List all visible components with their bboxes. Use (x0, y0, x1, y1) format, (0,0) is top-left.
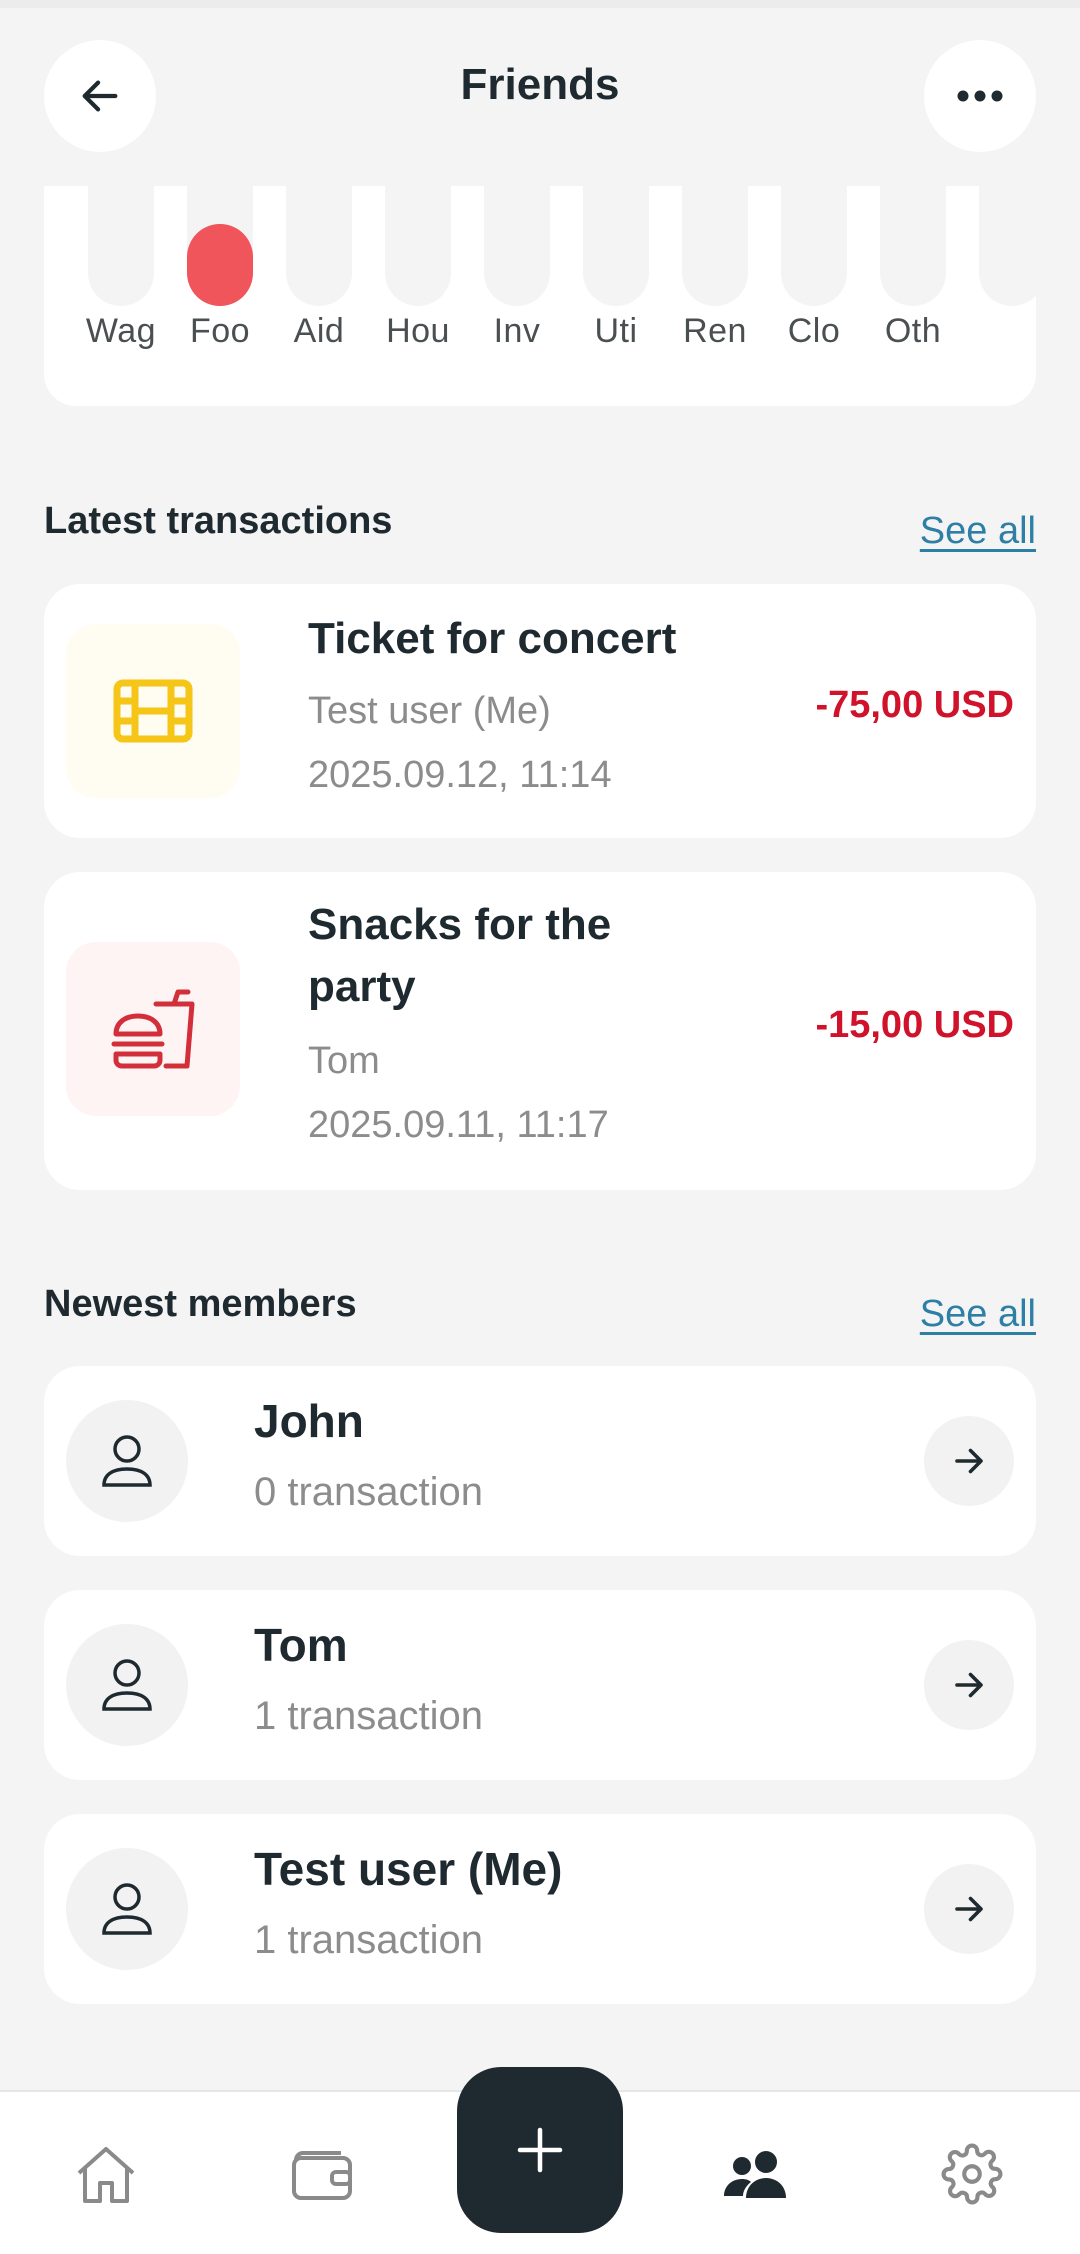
more-options-button[interactable] (924, 40, 1036, 152)
open-member-button[interactable] (924, 1864, 1014, 1954)
arrow-right-icon (955, 1672, 983, 1698)
transactions-see-all-link[interactable]: See all (920, 510, 1036, 553)
member-transaction-count: 0 transaction (254, 1470, 484, 1514)
transaction-amount: -15,00 USD (815, 1004, 1014, 1046)
avatar (66, 1848, 188, 1970)
bar-track (682, 186, 748, 306)
newest-members-heading: Newest members (44, 1283, 357, 1325)
avatar (66, 1624, 188, 1746)
member-name: Test user (Me) (254, 1843, 563, 1895)
category-bar-uti[interactable] (583, 186, 649, 306)
transaction-user: Tom (308, 1040, 380, 1082)
film-icon (113, 679, 193, 743)
avatar (66, 1400, 188, 1522)
arrow-right-icon (955, 1448, 983, 1474)
transaction-card[interactable]: Ticket for concert Test user (Me) 2025.0… (44, 584, 1036, 838)
category-bar-foo[interactable] (187, 186, 253, 306)
category-bar-aid[interactable] (286, 186, 352, 306)
category-label: Aid (293, 312, 345, 350)
member-card[interactable]: Tom 1 transaction (44, 1590, 1036, 1780)
arrow-right-icon (955, 1896, 983, 1922)
transaction-datetime: 2025.09.11, 11:17 (308, 1104, 609, 1146)
member-name: Tom (254, 1619, 348, 1671)
category-label: Oth (884, 312, 942, 350)
members-see-all-link[interactable]: See all (920, 1293, 1036, 1336)
category-label: Uti (594, 312, 638, 350)
nav-friends[interactable] (713, 2132, 797, 2216)
more-horizontal-icon (957, 90, 1003, 102)
user-icon (102, 1659, 152, 1711)
transaction-card[interactable]: Snacks for the party Tom 2025.09.11, 11:… (44, 872, 1036, 1190)
category-bar-clo[interactable] (781, 186, 847, 306)
transaction-datetime: 2025.09.12, 11:14 (308, 754, 612, 796)
transaction-amount: -75,00 USD (815, 684, 1014, 726)
category-bar-ren[interactable] (682, 186, 748, 306)
category-label: Hou (386, 312, 450, 350)
nav-home[interactable] (64, 2132, 148, 2216)
transaction-title: Snacks for the party (308, 900, 612, 1011)
page-title: Friends (460, 60, 620, 109)
category-label: Inv (493, 312, 541, 350)
bar-track (583, 186, 649, 306)
settings-icon (941, 2143, 1003, 2205)
add-icon (517, 2127, 563, 2173)
member-card[interactable]: John 0 transaction (44, 1366, 1036, 1556)
category-label: Wag (85, 312, 157, 350)
status-strip (0, 0, 1080, 8)
bar-track (88, 186, 154, 306)
transaction-user: Test user (Me) (308, 690, 551, 732)
add-transaction-button[interactable] (457, 2067, 623, 2233)
category-bar-oth[interactable] (880, 186, 946, 306)
bar-fill (187, 224, 253, 306)
nav-settings[interactable] (930, 2132, 1014, 2216)
nav-wallet[interactable] (280, 2132, 364, 2216)
open-member-button[interactable] (924, 1640, 1014, 1730)
bar-track (781, 186, 847, 306)
category-chart-card: Wag Foo Aid Hou Inv Uti Ren Clo Oth (44, 186, 1036, 406)
wallet-icon (292, 2151, 352, 2200)
transaction-icon-box (66, 942, 240, 1116)
user-icon (102, 1883, 152, 1935)
latest-transactions-heading: Latest transactions (44, 500, 393, 542)
open-member-button[interactable] (924, 1416, 1014, 1506)
member-card[interactable]: Test user (Me) 1 transaction (44, 1814, 1036, 2004)
bar-track (385, 186, 451, 306)
member-transaction-count: 1 transaction (254, 1918, 484, 1962)
friends-icon (724, 2151, 786, 2198)
user-icon (102, 1435, 152, 1487)
category-label: Ren (683, 312, 747, 350)
category-bar-inv[interactable] (484, 186, 550, 306)
bar-track (979, 186, 1036, 306)
bar-track (880, 186, 946, 306)
bar-track (484, 186, 550, 306)
category-bar-overflow (979, 186, 1036, 306)
member-name: John (254, 1395, 364, 1447)
category-bar-wag[interactable] (88, 186, 154, 306)
category-bar-hou[interactable] (385, 186, 451, 306)
home-icon (77, 2147, 135, 2203)
member-transaction-count: 1 transaction (254, 1694, 484, 1738)
burger-drink-icon (111, 989, 195, 1069)
transaction-icon-box (66, 624, 240, 798)
bar-track (286, 186, 352, 306)
transaction-title: Ticket for concert (308, 614, 677, 663)
category-label: Clo (787, 312, 841, 350)
header: Friends (44, 40, 1036, 152)
category-label: Foo (189, 312, 251, 350)
